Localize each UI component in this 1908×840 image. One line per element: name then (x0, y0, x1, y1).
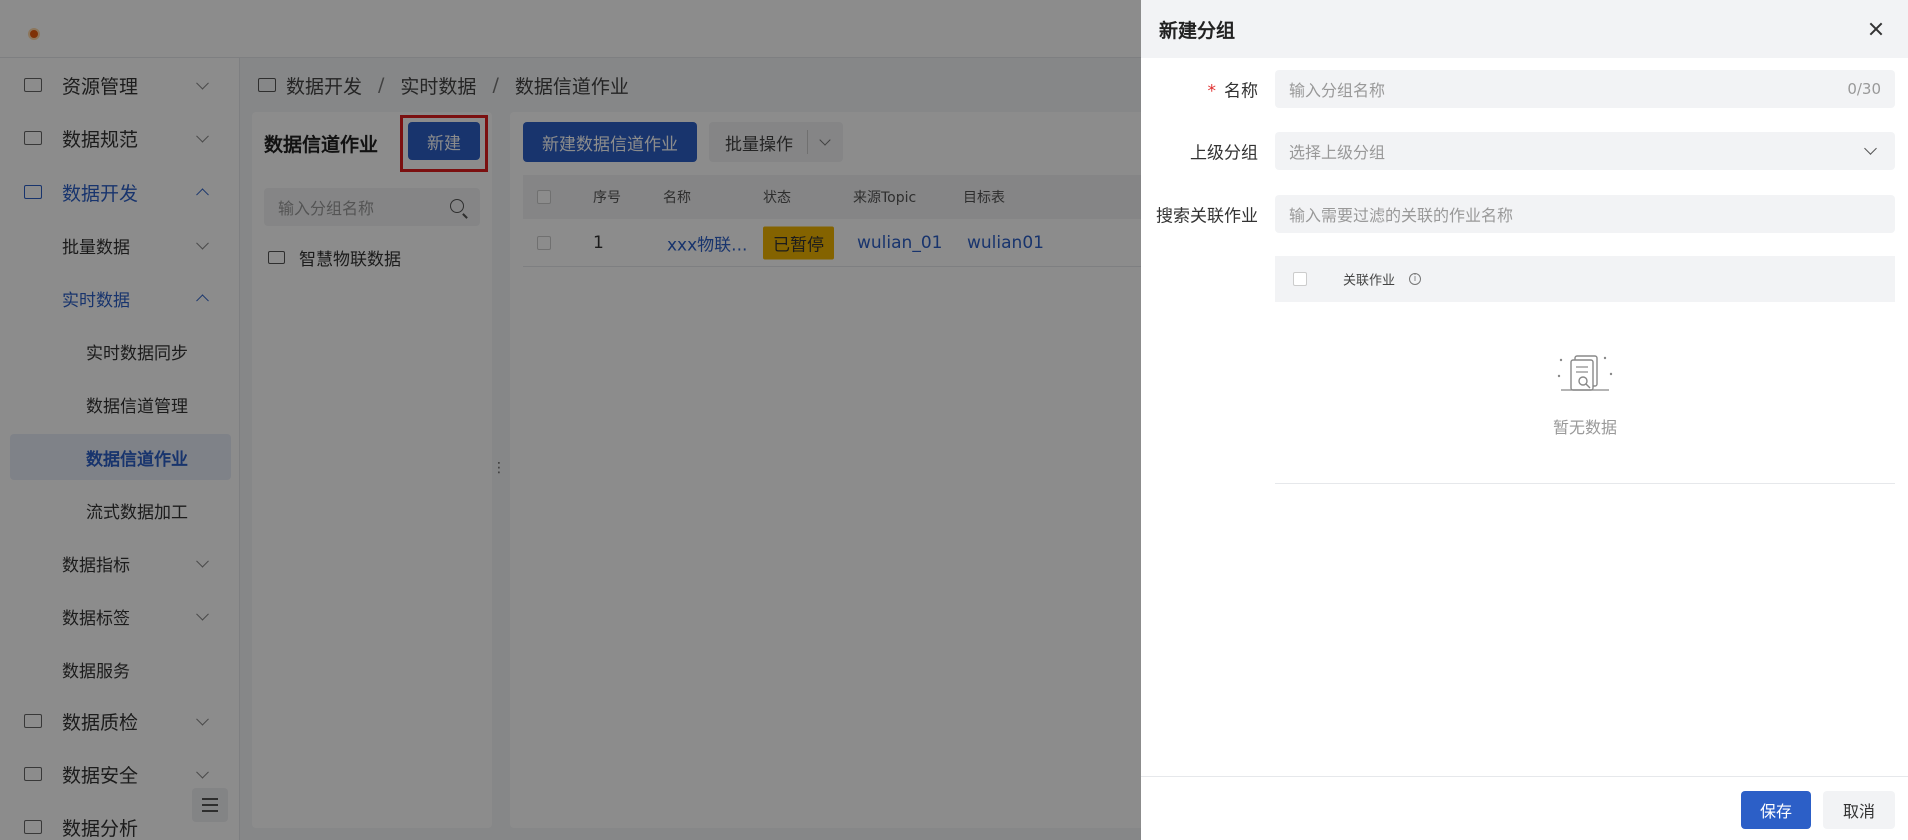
parent-label-wrap: 上级分组 (1141, 132, 1258, 170)
name-label-wrap: * 名称 (1141, 70, 1259, 108)
column-header: 关联作业 (1343, 273, 1396, 289)
new-group-drawer: 新建分组 * 名称 输入分组名称 0/30 上级分组 选择上级分组 搜索关联作业 … (1141, 0, 1908, 840)
select-all-checkbox[interactable] (1293, 272, 1307, 286)
group-name-placeholder: 输入分组名称 (1289, 81, 1386, 100)
info-icon[interactable]: i (1409, 273, 1421, 285)
empty-data-icon (1557, 355, 1613, 391)
cancel-button[interactable]: 取消 (1823, 791, 1895, 829)
name-label: * 名称 (1208, 77, 1259, 102)
drawer-header: 新建分组 (1141, 0, 1908, 58)
divider (1275, 483, 1895, 484)
parent-group-placeholder: 选择上级分组 (1289, 143, 1386, 162)
drawer-footer: 保存 取消 (1141, 776, 1908, 840)
related-job-table-header: 关联作业 i (1275, 256, 1895, 302)
related-job-search-input[interactable]: 输入需要过滤的关联的作业名称 (1275, 195, 1895, 233)
save-button[interactable]: 保存 (1741, 791, 1811, 829)
close-icon[interactable] (1867, 20, 1885, 38)
related-job-table: 关联作业 i 暂无数据 (1275, 256, 1895, 484)
search-label-wrap: 搜索关联作业 (1141, 195, 1258, 233)
parent-group-select[interactable]: 选择上级分组 (1275, 132, 1895, 170)
char-counter: 0/30 (1847, 80, 1881, 98)
parent-group-label: 上级分组 (1190, 143, 1258, 164)
related-job-placeholder: 输入需要过滤的关联的作业名称 (1289, 206, 1514, 225)
chevron-down-icon (1864, 142, 1877, 155)
empty-data-text: 暂无数据 (1552, 418, 1617, 437)
name-label-text: 名称 (1224, 81, 1258, 102)
search-related-label: 搜索关联作业 (1156, 206, 1258, 227)
required-mark: * (1207, 81, 1217, 102)
drawer-title: 新建分组 (1159, 20, 1236, 42)
group-name-input[interactable]: 输入分组名称 0/30 (1275, 70, 1895, 108)
